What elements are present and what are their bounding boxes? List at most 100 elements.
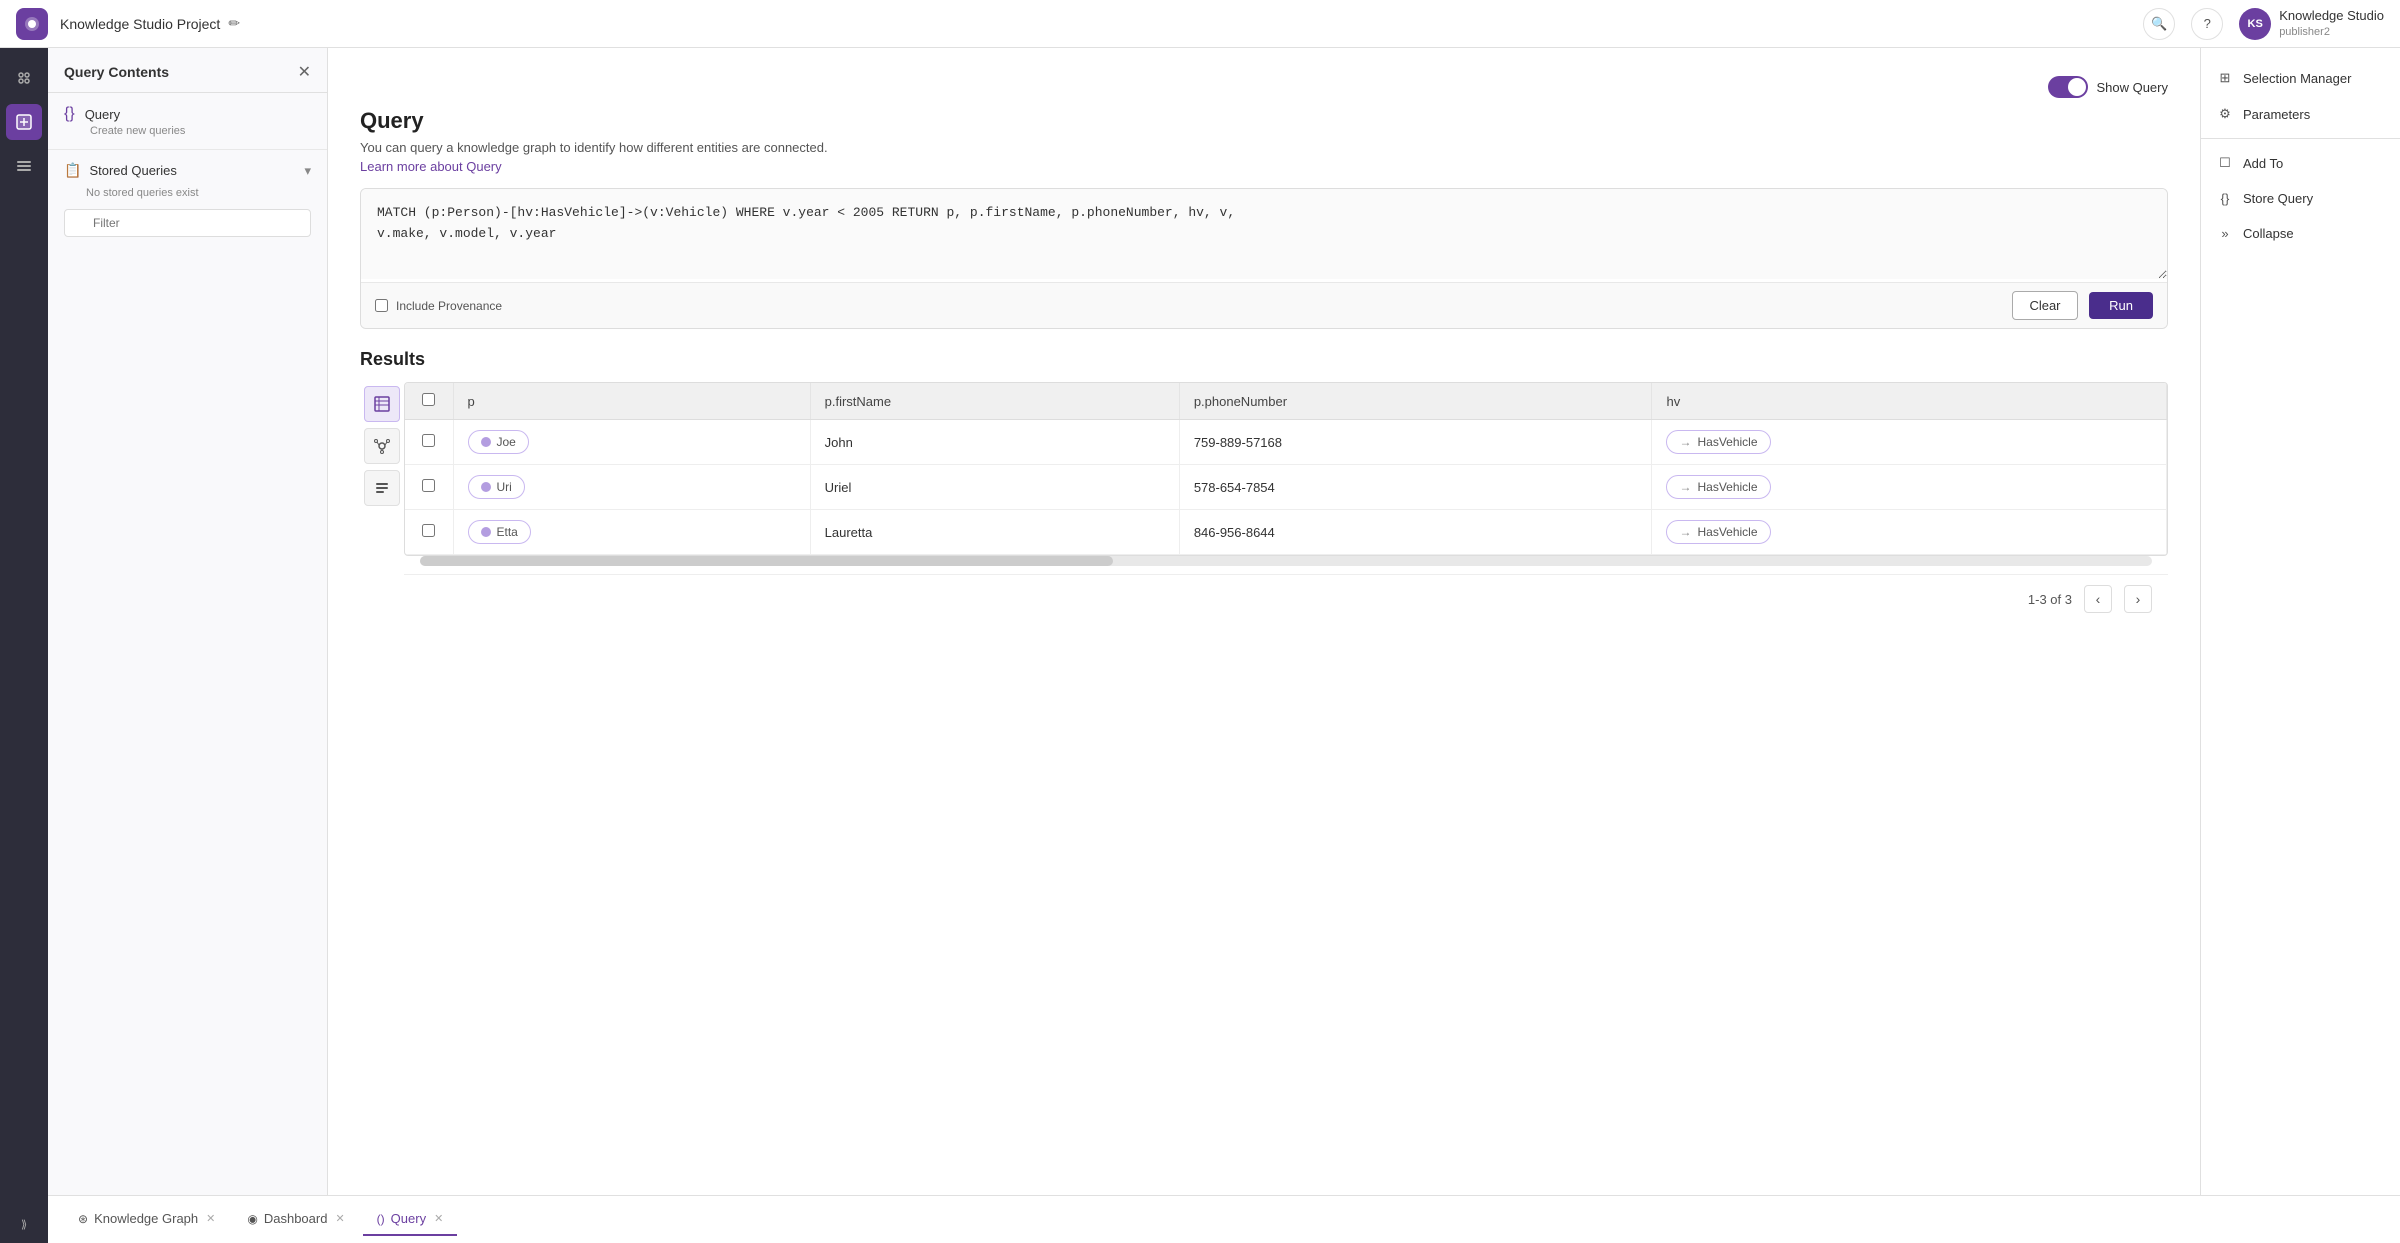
search-icon: 🔍: [2151, 16, 2167, 32]
query-section[interactable]: {} Query Create new queries: [48, 93, 327, 150]
tab-query[interactable]: () Query ✕: [363, 1203, 458, 1236]
avatar-initials: KS: [2248, 18, 2263, 30]
collapse-label: Collapse: [2243, 226, 2294, 241]
edge-arrow-1: →: [1679, 435, 1691, 449]
td-phone-1: 759-889-57168: [1179, 420, 1652, 465]
store-query-label: Store Query: [2243, 191, 2313, 206]
select-all-checkbox[interactable]: [422, 393, 435, 406]
results-table: p p.firstName p.phoneNumber hv: [405, 383, 2167, 555]
store-query-icon: {}: [2217, 191, 2233, 206]
badge-node-2: Uri: [468, 475, 525, 499]
stored-queries-collapse-icon[interactable]: ▾: [304, 163, 311, 179]
tab-knowledge-graph[interactable]: ⊛ Knowledge Graph ✕: [64, 1203, 229, 1236]
badge-edge-2: → HasVehicle: [1666, 475, 1770, 499]
show-query-toggle[interactable]: [2048, 76, 2088, 98]
td-phone-2: 578-654-7854: [1179, 465, 1652, 510]
clear-button[interactable]: Clear: [2012, 291, 2077, 320]
horizontal-scrollbar[interactable]: [420, 556, 2152, 566]
expand-icon[interactable]: ⟫: [21, 1218, 27, 1231]
query-editor[interactable]: MATCH (p:Person)-[hv:HasVehicle]->(v:Veh…: [361, 189, 2167, 279]
include-provenance-checkbox[interactable]: [375, 299, 388, 312]
collapse-icon: »: [2217, 226, 2233, 241]
user-profile[interactable]: KS Knowledge Studio publisher2: [2239, 8, 2384, 40]
sidebar-item-nav1[interactable]: [6, 60, 42, 96]
topbar: Knowledge Studio Project ✏ 🔍 ? KS Knowle…: [0, 0, 2400, 48]
td-hv-2: → HasVehicle: [1652, 465, 2167, 510]
td-hv-3: → HasVehicle: [1652, 510, 2167, 555]
main-content: Show Query Query You can query a knowled…: [328, 48, 2200, 1195]
selection-manager-icon: ⊞: [2217, 70, 2233, 86]
icon-sidebar: ⟫: [0, 48, 48, 1243]
th-phonenumber: p.phoneNumber: [1179, 383, 1652, 420]
scrollbar-thumb[interactable]: [420, 556, 1113, 566]
dashboard-tab-close[interactable]: ✕: [335, 1212, 344, 1225]
right-panel-store-query[interactable]: {} Store Query: [2201, 181, 2400, 216]
filter-input[interactable]: [64, 209, 311, 237]
filter-wrapper: 🔍: [64, 209, 311, 237]
badge-node-3: Etta: [468, 520, 531, 544]
right-panel-parameters[interactable]: ⚙ Parameters: [2201, 96, 2400, 132]
results-scroll: p p.firstName p.phoneNumber hv: [404, 382, 2168, 556]
row-checkbox-2[interactable]: [422, 479, 435, 492]
tab-knowledge-graph-label: Knowledge Graph: [94, 1211, 198, 1226]
query-icon: {}: [64, 105, 75, 123]
knowledge-graph-tab-close[interactable]: ✕: [206, 1212, 215, 1225]
query-editor-wrapper: MATCH (p:Person)-[hv:HasVehicle]->(v:Veh…: [360, 188, 2168, 329]
edit-project-icon[interactable]: ✏: [228, 15, 240, 32]
query-tab-close[interactable]: ✕: [434, 1212, 443, 1225]
include-provenance-label[interactable]: Include Provenance: [375, 299, 502, 313]
table-header-row: p p.firstName p.phoneNumber hv: [405, 383, 2167, 420]
pagination-prev-button[interactable]: ‹: [2084, 585, 2112, 613]
search-button[interactable]: 🔍: [2143, 8, 2175, 40]
bottom-tabs: ⊛ Knowledge Graph ✕ ◉ Dashboard ✕ () Que…: [48, 1195, 2400, 1243]
right-panel-add-to[interactable]: ☐ Add To: [2201, 145, 2400, 181]
row-checkbox-3[interactable]: [422, 524, 435, 537]
table-row: Etta Lauretta 846-956-8644 → HasVehicle: [405, 510, 2167, 555]
node-dot-2: [481, 482, 491, 492]
td-firstname-3: Lauretta: [810, 510, 1179, 555]
th-firstname: p.firstName: [810, 383, 1179, 420]
node-label-3: Etta: [497, 525, 518, 539]
query-section-subtitle: Create new queries: [90, 125, 311, 137]
panel-close-button[interactable]: ✕: [298, 62, 311, 82]
edge-label-1: HasVehicle: [1697, 435, 1757, 449]
text-view-button[interactable]: [364, 470, 400, 506]
row-checkbox-1[interactable]: [422, 434, 435, 447]
right-panel-divider1: [2201, 138, 2400, 139]
project-name: Knowledge Studio Project ✏: [60, 15, 240, 32]
panel-sidebar: Query Contents ✕ {} Query Create new que…: [48, 48, 328, 1195]
edge-label-3: HasVehicle: [1697, 525, 1757, 539]
query-section-left: {} Query: [64, 105, 120, 123]
table-header: p p.firstName p.phoneNumber hv: [405, 383, 2167, 420]
table-view-button[interactable]: [364, 386, 400, 422]
parameters-icon: ⚙: [2217, 106, 2233, 122]
edge-arrow-2: →: [1679, 480, 1691, 494]
help-icon: ?: [2204, 16, 2211, 31]
query-tab-icon: (): [377, 1212, 385, 1226]
pagination-next-button[interactable]: ›: [2124, 585, 2152, 613]
learn-more-link[interactable]: Learn more about Query: [360, 159, 502, 174]
stored-queries-section: 📋 Stored Queries ▾ No stored queries exi…: [48, 150, 327, 1195]
query-toolbar: Include Provenance Clear Run: [361, 282, 2167, 328]
sidebar-item-nav2[interactable]: [6, 104, 42, 140]
graph-view-button[interactable]: [364, 428, 400, 464]
right-panel: ⊞ Selection Manager ⚙ Parameters ☐ Add T…: [2200, 48, 2400, 1195]
tab-query-label: Query: [391, 1211, 426, 1226]
stored-queries-icon: 📋: [64, 162, 81, 179]
badge-edge-1: → HasVehicle: [1666, 430, 1770, 454]
td-hv-1: → HasVehicle: [1652, 420, 2167, 465]
run-button[interactable]: Run: [2089, 292, 2153, 319]
th-check: [405, 383, 453, 420]
app-logo: [16, 8, 48, 40]
user-name: Knowledge Studio: [2279, 8, 2384, 25]
td-check-1: [405, 420, 453, 465]
table-row: Uri Uriel 578-654-7854 → HasVehicle: [405, 465, 2167, 510]
help-button[interactable]: ?: [2191, 8, 2223, 40]
toolbar-buttons: Clear Run: [2012, 291, 2153, 320]
right-panel-selection-manager[interactable]: ⊞ Selection Manager: [2201, 60, 2400, 96]
td-phone-3: 846-956-8644: [1179, 510, 1652, 555]
right-panel-collapse[interactable]: » Collapse: [2201, 216, 2400, 251]
sidebar-item-nav3[interactable]: [6, 148, 42, 184]
stored-header: 📋 Stored Queries ▾: [64, 162, 311, 179]
tab-dashboard[interactable]: ◉ Dashboard ✕: [233, 1203, 358, 1236]
